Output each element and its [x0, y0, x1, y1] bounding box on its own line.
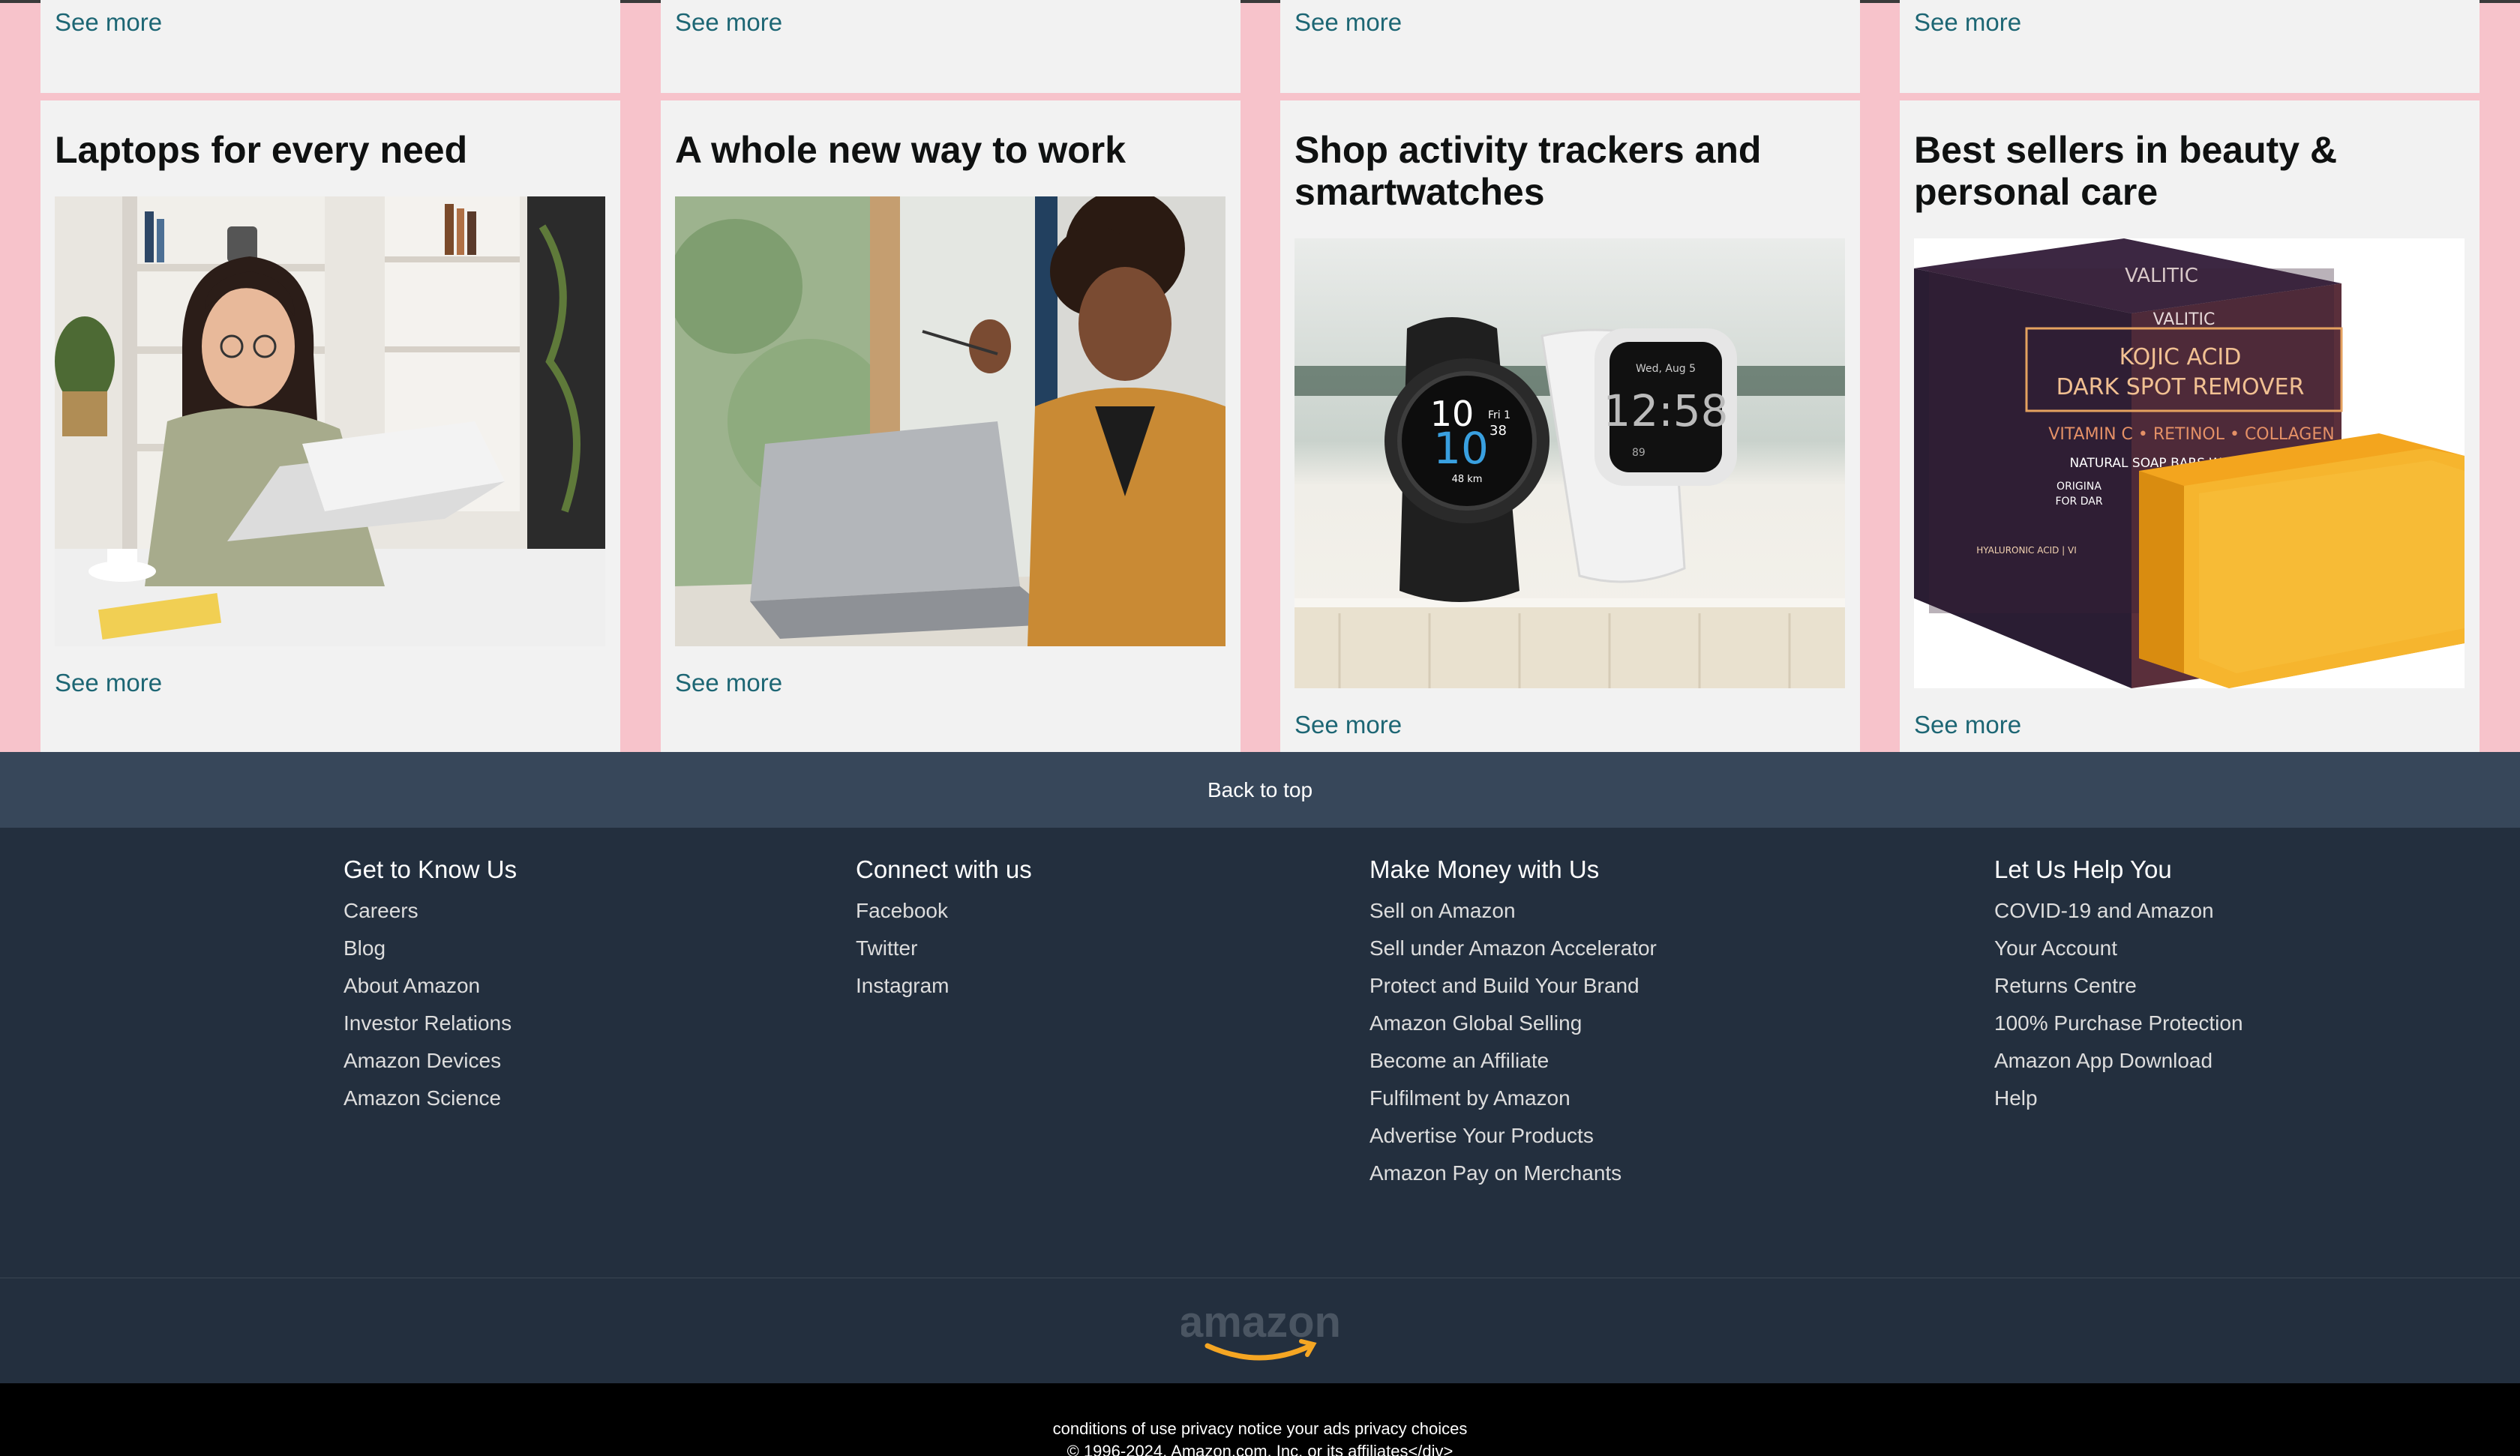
footer-link-amazon-science[interactable]: Amazon Science — [344, 1080, 517, 1117]
footer-link-amazon-pay[interactable]: Amazon Pay on Merchants — [1370, 1155, 1657, 1192]
footer-link-protect-brand[interactable]: Protect and Build Your Brand — [1370, 967, 1657, 1005]
card-new-way-to-work: A whole new way to work See more — [661, 100, 1240, 752]
footer-link-careers[interactable]: Careers — [344, 892, 517, 930]
card-activity-trackers: Shop activity trackers and smartwatches — [1280, 100, 1860, 752]
card-title: A whole new way to work — [675, 129, 1126, 171]
footer-link-twitter[interactable]: Twitter — [856, 930, 1032, 967]
box-line2: DARK SPOT REMOVER — [2056, 374, 2305, 400]
footer-link-fulfilment[interactable]: Fulfilment by Amazon — [1370, 1080, 1657, 1117]
amazon-logo-icon[interactable]: amazon — [1181, 1301, 1339, 1361]
card-title: Shop activity trackers and smartwatches — [1294, 129, 1762, 213]
footer-link-app-download[interactable]: Amazon App Download — [1994, 1042, 2243, 1080]
footer-link-about-amazon[interactable]: About Amazon — [344, 967, 517, 1005]
see-more-link[interactable]: See more — [55, 7, 162, 37]
card-title: Laptops for every need — [55, 129, 468, 171]
card-top-2: See more — [661, 0, 1240, 93]
footer-link-amazon-accelerator[interactable]: Sell under Amazon Accelerator — [1370, 930, 1657, 967]
box-line3: VITAMIN C • RETINOL • COLLAGEN — [2048, 425, 2334, 444]
box-line6: FOR DAR — [2055, 496, 2102, 508]
card-title: Best sellers in beauty & personal care — [1914, 129, 2338, 213]
smartwatches-image[interactable]: Wed, Aug 5 12:58 89 10 Fri 1 10 38 48 km — [1294, 238, 1845, 688]
footer-link-advertise[interactable]: Advertise Your Products — [1370, 1117, 1657, 1155]
footer-column-heading: Make Money with Us — [1370, 855, 1600, 883]
footer-legal: conditions of use privacy notice your ad… — [0, 1383, 2520, 1456]
footer-nav: Get to Know Us Careers Blog About Amazon… — [0, 828, 2520, 1278]
legal-links[interactable]: conditions of use privacy notice your ad… — [0, 1419, 2520, 1439]
black-watch-big: 10 — [1433, 423, 1489, 474]
footer-logo-band: amazon — [0, 1278, 2520, 1383]
see-more-link[interactable]: See more — [1914, 7, 2021, 37]
footer-link-covid[interactable]: COVID-19 and Amazon — [1994, 892, 2243, 930]
footer-column-make-money: Make Money with Us Sell on Amazon Sell u… — [1370, 853, 1657, 1192]
card-laptops: Laptops for every need See more — [40, 100, 620, 752]
copyright-text: © 1996-2024, Amazon.com, Inc. or its aff… — [1066, 1442, 1454, 1456]
woman-working-image[interactable] — [675, 196, 1226, 646]
black-watch-km: 48 km — [1452, 474, 1483, 485]
footer-link-help[interactable]: Help — [1994, 1080, 2243, 1117]
box-brand-top: VALITIC — [2125, 265, 2198, 287]
white-watch-hr: 89 — [1632, 447, 1646, 459]
card-top-1: See more — [40, 0, 620, 93]
footer-link-sell-on-amazon[interactable]: Sell on Amazon — [1370, 892, 1657, 930]
back-to-top-label: Back to top — [1207, 777, 1313, 801]
footer-column-heading: Connect with us — [856, 855, 1032, 883]
footer-column-get-to-know-us: Get to Know Us Careers Blog About Amazon… — [344, 853, 517, 1117]
box-line1: KOJIC ACID — [2120, 344, 2242, 370]
card-beauty-bestsellers: Best sellers in beauty & personal care V… — [1900, 100, 2480, 752]
see-more-link[interactable]: See more — [1294, 7, 1402, 37]
footer-column-heading: Let Us Help You — [1994, 855, 2172, 883]
footer-link-global-selling[interactable]: Amazon Global Selling — [1370, 1005, 1657, 1042]
see-more-link[interactable]: See more — [1914, 710, 2021, 740]
box-line7: HYALURONIC ACID | VI — [1976, 545, 2077, 556]
see-more-link[interactable]: See more — [55, 668, 162, 698]
see-more-link[interactable]: See more — [675, 668, 782, 698]
footer-column-heading: Get to Know Us — [344, 855, 518, 883]
soap-product-image[interactable]: VALITIC VALITIC KOJIC ACID DARK SPOT REM… — [1914, 238, 2464, 688]
card-top-4: See more — [1900, 0, 2480, 93]
footer-link-facebook[interactable]: Facebook — [856, 892, 1032, 930]
see-more-link[interactable]: See more — [675, 7, 782, 37]
white-watch-date: Wed, Aug 5 — [1636, 363, 1696, 375]
footer-column-help: Let Us Help You COVID-19 and Amazon Your… — [1994, 853, 2243, 1117]
black-watch-small: 38 — [1490, 423, 1507, 439]
amazon-logo-text: amazon — [1181, 1301, 1339, 1347]
box-line5: ORIGINA — [2056, 481, 2102, 493]
footer-column-connect: Connect with us Facebook Twitter Instagr… — [856, 853, 1032, 1005]
footer-link-blog[interactable]: Blog — [344, 930, 517, 967]
footer-link-investor-relations[interactable]: Investor Relations — [344, 1005, 517, 1042]
box-brand: VALITIC — [2153, 310, 2216, 329]
black-watch-date: Fri 1 — [1488, 409, 1510, 421]
footer-link-amazon-devices[interactable]: Amazon Devices — [344, 1042, 517, 1080]
footer-link-your-account[interactable]: Your Account — [1994, 930, 2243, 967]
woman-laptop-image[interactable] — [55, 196, 605, 646]
footer-link-become-affiliate[interactable]: Become an Affiliate — [1370, 1042, 1657, 1080]
footer-link-returns[interactable]: Returns Centre — [1994, 967, 2243, 1005]
back-to-top-button[interactable]: Back to top — [0, 752, 2520, 828]
footer-link-instagram[interactable]: Instagram — [856, 967, 1032, 1005]
card-top-3: See more — [1280, 0, 1860, 93]
see-more-link[interactable]: See more — [1294, 710, 1402, 740]
white-watch-time: 12:58 — [1603, 385, 1728, 436]
footer-link-purchase-protection[interactable]: 100% Purchase Protection — [1994, 1005, 2243, 1042]
